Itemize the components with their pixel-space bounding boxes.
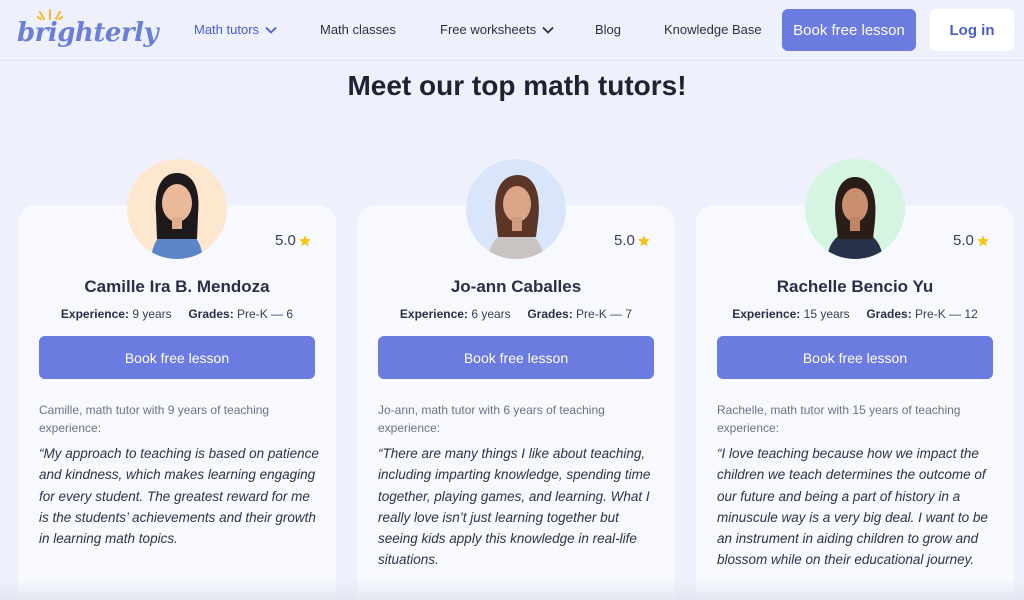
star-icon [638,234,650,246]
tutor-avatar [466,159,566,259]
experience-label: Experience: [732,307,801,321]
tutor-meta: Experience: 6 years Grades: Pre-K — 7 [357,307,675,321]
star-icon [977,234,989,246]
tutor-avatar [127,159,227,259]
logo-text: brighterly [17,18,159,48]
login-button[interactable]: Log in [930,9,1014,51]
star-icon [299,234,311,246]
chevron-down-icon [265,26,277,34]
tutor-quote: “There are many things I like about teac… [378,446,651,568]
rating-value: 5.0 [275,232,296,249]
book-free-lesson-header-button[interactable]: Book free lesson [782,9,916,51]
nav-blog[interactable]: Blog [595,22,621,37]
tutor-name: Camille Ira B. Mendoza [84,277,270,296]
book-free-lesson-button[interactable]: Book free lesson [378,336,654,379]
experience-value: 15 years [803,307,850,321]
tutor-meta: Experience: 15 years Grades: Pre-K — 12 [696,307,1014,321]
nav-knowledge-base[interactable]: Knowledge Base [664,22,762,37]
grades-value: Pre-K — 6 [237,307,294,321]
nav-math-tutors[interactable]: Math tutors [194,22,277,37]
grades-label: Grades: [866,307,912,321]
tutor-rating: 5.0 [953,232,990,249]
grades-value: Pre-K — 7 [576,307,633,321]
tutor-intro: Rachelle, math tutor with 15 years of te… [717,403,961,435]
bottom-fade [0,580,1024,600]
nav-math-classes-label: Math classes [320,22,396,37]
nav-free-worksheets[interactable]: Free worksheets [440,22,554,37]
grades-label: Grades: [527,307,573,321]
chevron-down-icon [542,26,554,34]
experience-label: Experience: [399,307,468,321]
nav-math-tutors-label: Math tutors [194,22,260,37]
nav-blog-label: Blog [595,22,622,37]
book-free-lesson-button[interactable]: Book free lesson [39,336,315,379]
brighterly-logo[interactable]: brighterly [17,9,159,50]
experience-value: 6 years [471,307,511,321]
experience-label: Experience: [60,307,129,321]
rating-value: 5.0 [614,232,635,249]
book-free-lesson-button[interactable]: Book free lesson [717,336,993,379]
tutor-quote: “My approach to teaching is based on pat… [39,446,319,547]
page-title: Meet our top math tutors! [347,70,687,101]
tutor-name: Rachelle Bencio Yu [776,277,934,296]
tutor-rating: 5.0 [614,232,651,249]
rating-value: 5.0 [953,232,974,249]
site-header: brighterly Math tutors Math classes Free… [0,0,1024,61]
tutor-quote: “I love teaching because how we impact t… [717,446,988,568]
experience-value: 9 years [132,307,172,321]
tutor-rating: 5.0 [275,232,312,249]
nav-free-worksheets-label: Free worksheets [440,22,537,37]
tutor-meta: Experience: 9 years Grades: Pre-K — 6 [18,307,336,321]
tutor-name: Jo-ann Caballes [450,277,582,296]
tutor-intro: Jo-ann, math tutor with 6 years of teach… [378,403,605,435]
nav-knowledge-base-label: Knowledge Base [664,22,762,37]
tutor-avatar [805,159,905,259]
tutor-intro: Camille, math tutor with 9 years of teac… [39,403,270,435]
grades-value: Pre-K — 12 [915,307,978,321]
nav-math-classes[interactable]: Math classes [320,22,396,37]
grades-label: Grades: [188,307,234,321]
